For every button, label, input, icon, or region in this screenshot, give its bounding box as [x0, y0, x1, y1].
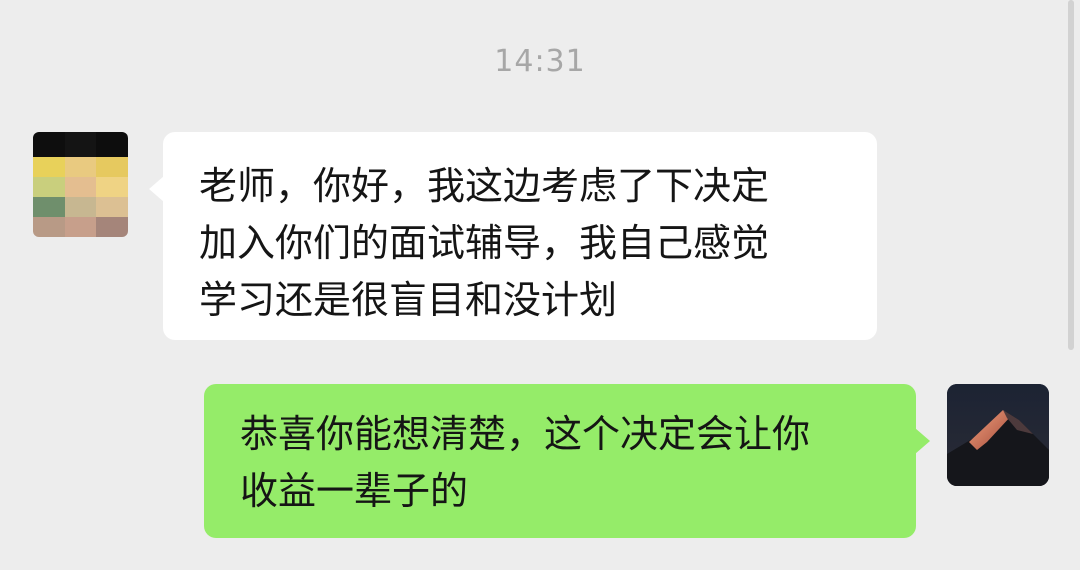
message-timestamp: 14:31 [494, 44, 586, 79]
contact-avatar[interactable] [33, 132, 128, 237]
message-line: 老师，你好，我这边考虑了下决定 [199, 164, 770, 208]
user-avatar[interactable] [947, 384, 1049, 486]
message-line: 恭喜你能想清楚，这个决定会让你 [240, 412, 811, 456]
message-line: 收益一辈子的 [240, 469, 469, 513]
outgoing-message-bubble[interactable]: 恭喜你能想清楚，这个决定会让你 收益一辈子的 [204, 384, 930, 538]
incoming-message-bubble[interactable]: 老师，你好，我这边考虑了下决定 加入你们的面试辅导，我自己感觉 学习还是很盲目和… [149, 132, 877, 340]
message-line: 加入你们的面试辅导，我自己感觉 [199, 221, 770, 265]
mountain-icon [947, 384, 1049, 486]
message-line: 学习还是很盲目和没计划 [199, 278, 618, 322]
